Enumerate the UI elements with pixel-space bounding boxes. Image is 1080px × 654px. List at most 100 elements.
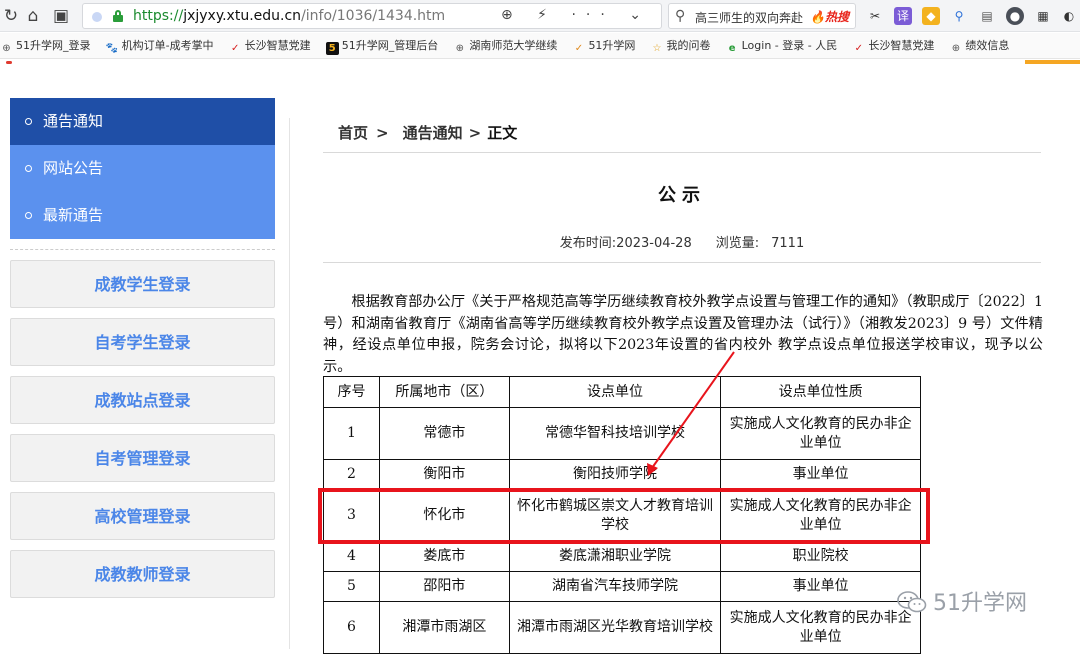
browser-toolbar: ↻ ⌂ ▣ https://jxjyxy.xtu.edu.cn/info/103…: [0, 0, 1080, 32]
table-header: 所属地市（区）: [378, 376, 510, 408]
self-study-admin-login-button[interactable]: 自考管理登录: [10, 434, 275, 482]
globe-icon: ⊕: [2, 43, 11, 54]
table-cell: 职业院校: [720, 541, 921, 572]
column-separator: [289, 118, 290, 649]
party-icon: ✓: [230, 43, 240, 54]
table-cell: 实施成人文化教育的民办非企业单位: [720, 601, 921, 654]
bookmark-item[interactable]: ⊕ 湖南师范大学继续: [453, 33, 558, 58]
address-bar[interactable]: https://jxjyxy.xtu.edu.cn/info/1036/1434…: [82, 3, 662, 29]
bookmark-item[interactable]: ✓ 51升学网: [572, 33, 636, 58]
table-header: 设点单位: [508, 376, 722, 408]
highlight-box: [318, 488, 930, 544]
home-icon[interactable]: ⌂: [22, 5, 44, 27]
table-cell: 常德华智科技培训学校: [508, 407, 722, 460]
adult-teacher-login-button[interactable]: 成教教师登录: [10, 550, 275, 598]
translate-icon[interactable]: 译: [894, 7, 912, 25]
site-info-icon[interactable]: [92, 12, 102, 22]
sidebar-item-latest[interactable]: 最新通告: [10, 192, 275, 239]
view-count: 7111: [771, 236, 805, 251]
adult-site-login-button[interactable]: 成教站点登录: [10, 376, 275, 424]
table-row: 5 邵阳市 湖南省汽车技师学院 事业单位: [323, 571, 921, 602]
login-icon: e: [728, 43, 736, 54]
apps-grid-icon[interactable]: ▦: [1034, 7, 1052, 25]
table-cell: 娄底潇湘职业学院: [508, 541, 722, 572]
table-row: 6 湘潭市雨湖区 湘潭市雨湖区光华教育培训学校 实施成人文化教育的民办非企业单位: [323, 601, 921, 654]
breadcrumb-section[interactable]: 通告通知: [403, 124, 463, 142]
sidebar-item-announcements[interactable]: 网站公告: [10, 145, 275, 192]
sidebar-divider: [10, 249, 275, 250]
loading-indicator: [1025, 60, 1080, 64]
search-input[interactable]: ⚲ 高三师生的双向奔赴 🔥热搜: [668, 3, 856, 29]
party-icon: ✓: [854, 43, 864, 54]
table-row: 2 衡阳市 衡阳技师学院 事业单位: [323, 459, 921, 490]
self-study-student-login-button[interactable]: 自考学生登录: [10, 318, 275, 366]
search-icon: ⚲: [675, 8, 686, 24]
briefcase-icon[interactable]: ▣: [50, 5, 72, 27]
bookmarks-bar: ⊕ 51升学网_登录 🐾 机构订单-成考掌中 ✓ 长沙智慧党建 5 51升学网_管理后台…: [0, 33, 1080, 59]
breadcrumb-current: 正文: [487, 124, 518, 142]
bookmark-item[interactable]: e Login - 登录 - 人民: [726, 33, 838, 58]
article-meta: 发布时间:2023-04-28 浏览量: 7111: [559, 236, 805, 251]
table-row: 4 娄底市 娄底潇湘职业学院 职业院校: [323, 541, 921, 572]
bookmark-item[interactable]: ☆ 我的问卷: [651, 33, 711, 58]
table-cell: 实施成人文化教育的民办非企业单位: [720, 407, 921, 460]
sidebar-item-notices[interactable]: 通告通知: [10, 98, 275, 145]
table-cell: 邵阳市: [378, 571, 510, 602]
breadcrumb-divider: [323, 152, 1041, 153]
url-tools[interactable]: ⊕ ⚡ ··· ⌄: [501, 7, 651, 23]
bullet-icon: [25, 212, 32, 219]
bookmark-item[interactable]: 5 51升学网_管理后台: [325, 33, 438, 58]
table-cell: 5: [323, 571, 380, 602]
hot-search-badge[interactable]: 🔥热搜: [810, 8, 849, 25]
table-row: 1 常德市 常德华智科技培训学校 实施成人文化教育的民办非企业单位: [323, 407, 921, 460]
table-cell: 1: [323, 407, 380, 460]
table-cell: 衡阳技师学院: [508, 459, 722, 490]
search-suggestion: 高三师生的双向奔赴: [695, 11, 804, 25]
bookmark-item[interactable]: ⊕ 绩效信息: [949, 33, 1010, 58]
breadcrumb-home[interactable]: 首页: [338, 124, 368, 142]
scissors-icon[interactable]: ✂: [866, 7, 884, 25]
user-icon[interactable]: ◐: [1060, 7, 1078, 25]
article-body: 根据教育部办公厅《关于严格规范高等学历继续教育校外教学点设置与管理工作的通知》（…: [323, 294, 1043, 375]
bullet-icon: [25, 118, 32, 125]
table-cell: 4: [323, 541, 380, 572]
site-logo-icon: 5: [325, 42, 339, 55]
page-title: 公示: [658, 185, 706, 206]
wechat-icon: [897, 591, 927, 613]
table-cell: 湘潭市雨湖区: [378, 601, 510, 654]
university-admin-login-button[interactable]: 高校管理登录: [10, 492, 275, 540]
bookmark-item[interactable]: ⊕ 51升学网_登录: [0, 33, 90, 58]
clipboard-icon[interactable]: ▤: [978, 7, 996, 25]
table-cell: 2: [323, 459, 380, 490]
table-cell: 湘潭市雨湖区光华教育培训学校: [508, 601, 722, 654]
globe-icon: ⊕: [951, 43, 961, 54]
check-icon: ✓: [574, 43, 584, 54]
meta-divider: [323, 262, 1041, 263]
table-cell: 娄底市: [378, 541, 510, 572]
extension-icon[interactable]: ●: [1006, 7, 1024, 25]
shield-icon[interactable]: ◆: [922, 7, 940, 25]
refresh-icon[interactable]: ↻: [0, 5, 22, 27]
star-icon: ☆: [652, 43, 662, 54]
table-cell: 常德市: [378, 407, 510, 460]
magnifier-icon[interactable]: ⚲: [950, 7, 968, 25]
sidebar-menu: 通告通知 网站公告 最新通告: [10, 98, 275, 239]
adult-student-login-button[interactable]: 成教学生登录: [10, 260, 275, 308]
table-header-row: 序号 所属地市（区） 设点单位 设点单位性质: [323, 376, 921, 408]
bookmark-item[interactable]: ✓ 长沙智慧党建: [229, 33, 311, 58]
table-cell: 湖南省汽车技师学院: [508, 571, 722, 602]
lock-icon: [113, 10, 123, 22]
table-cell: 6: [323, 601, 380, 654]
globe-icon: ⊕: [455, 43, 465, 54]
bookmark-item[interactable]: ✓ 长沙智慧党建: [852, 33, 935, 58]
url-text[interactable]: https://jxjyxy.xtu.edu.cn/info/1036/1434…: [133, 8, 445, 24]
sidebar: 通告通知 网站公告 最新通告 成教学生登录 自考学生登录 成教站点登录 自考管理…: [10, 98, 275, 608]
breadcrumb: 首页 > 通告通知 > 正文: [338, 124, 518, 142]
table-cell: 事业单位: [720, 459, 921, 490]
bookmark-item[interactable]: 🐾 机构订单-成考掌中: [105, 33, 214, 58]
table-cell: 衡阳市: [378, 459, 510, 490]
watermark: 51升学网: [897, 585, 1027, 617]
table-cell: 事业单位: [720, 571, 921, 602]
table-header: 序号: [323, 376, 380, 408]
paw-icon: 🐾: [105, 43, 119, 54]
